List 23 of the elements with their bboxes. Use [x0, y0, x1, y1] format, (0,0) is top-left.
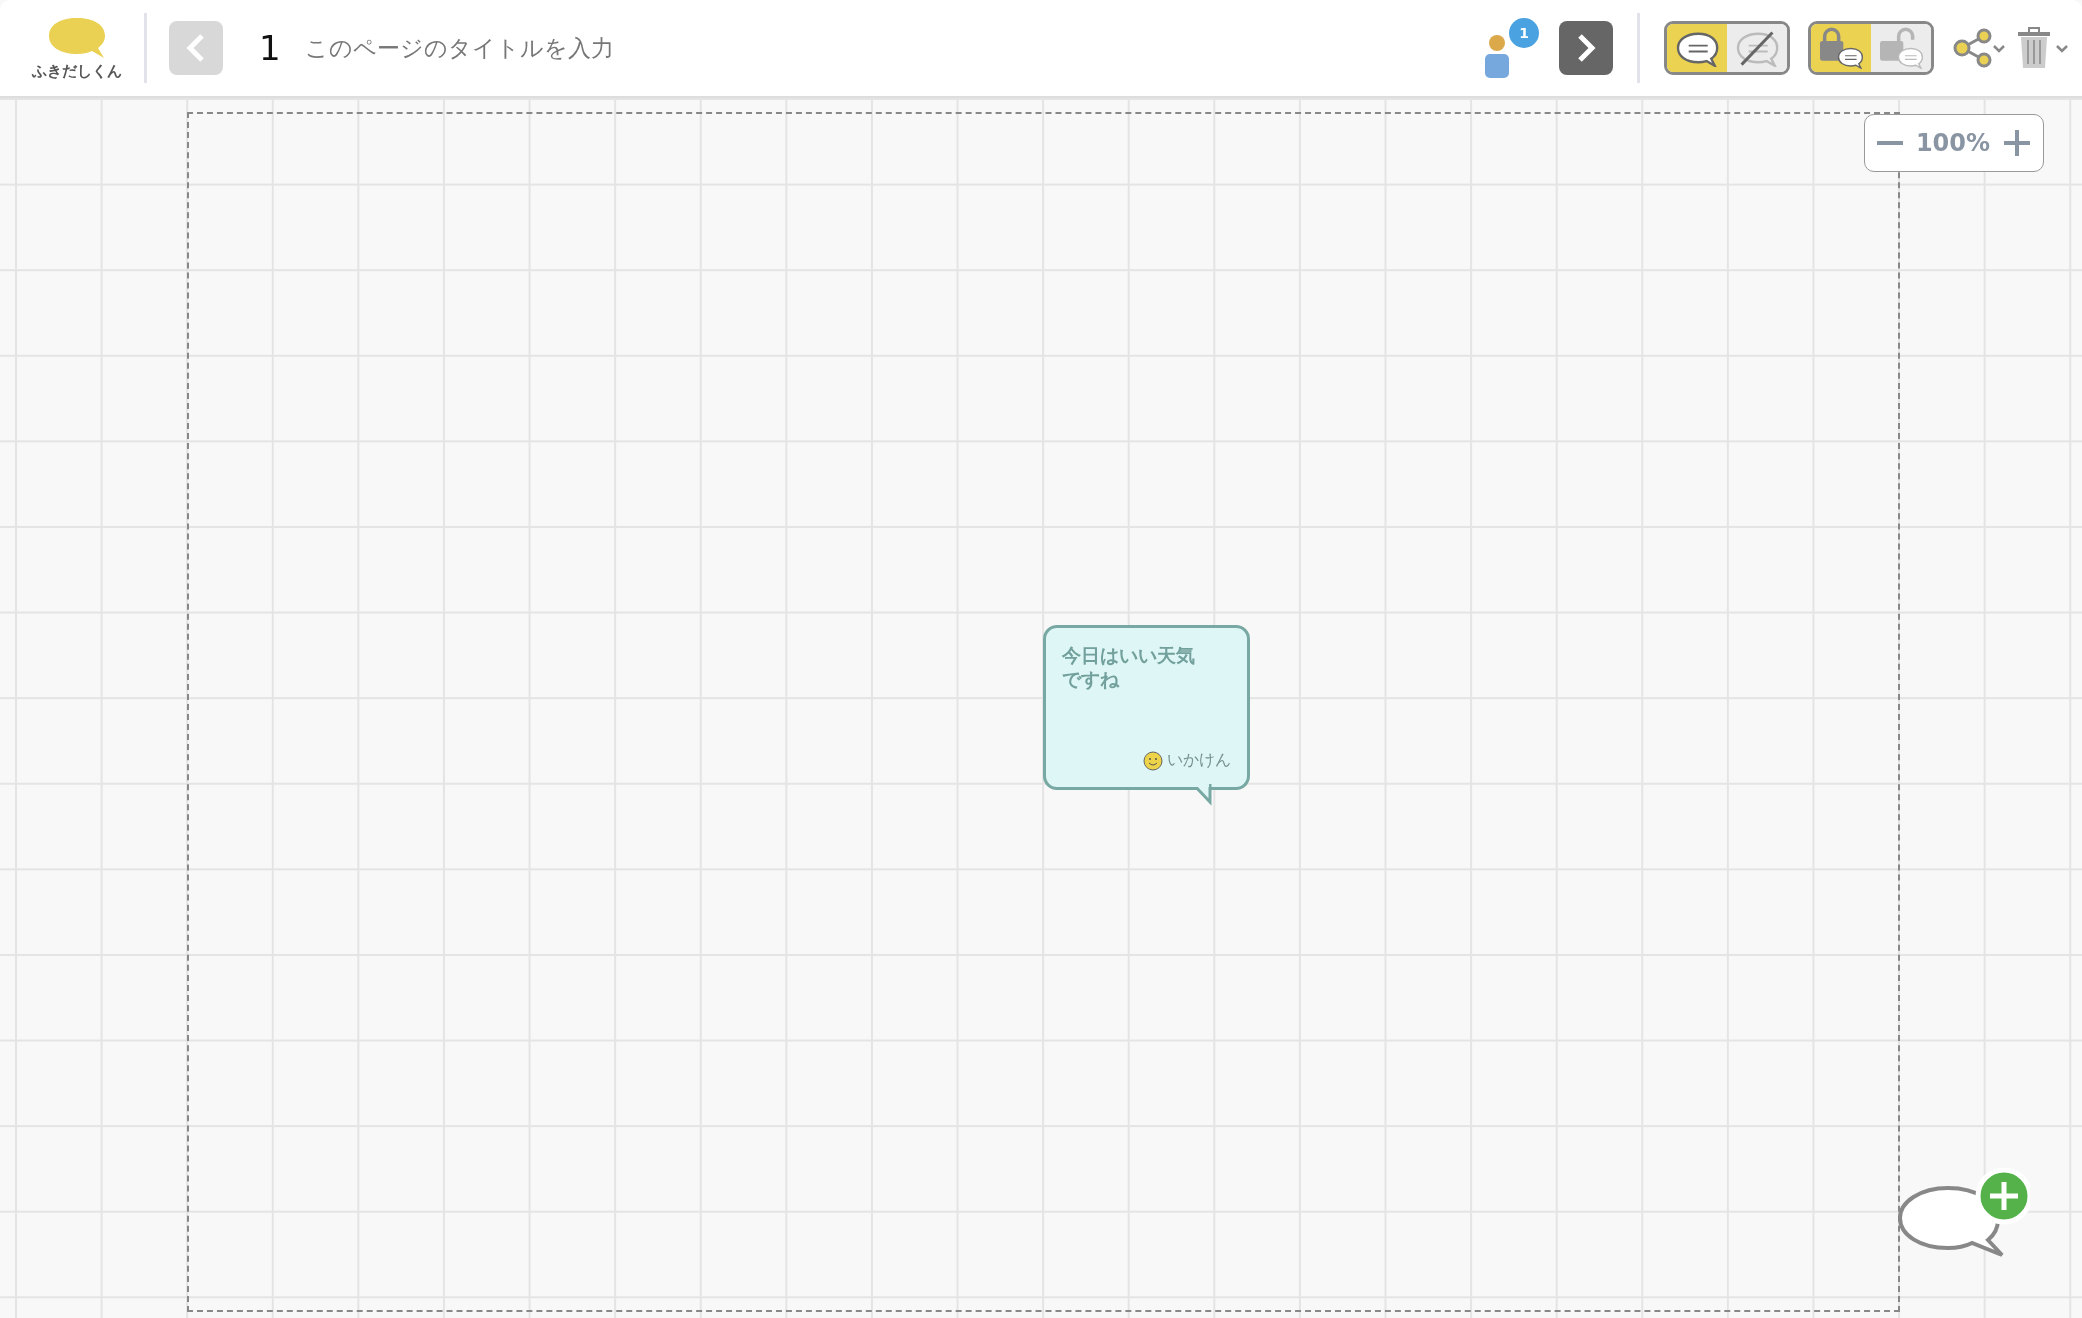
minus-icon: [1877, 141, 1903, 145]
speech-bubble-note[interactable]: 今日はいい天気ですね いかけん: [1043, 625, 1250, 790]
note-text: 今日はいい天気ですね: [1062, 644, 1196, 692]
chevron-right-icon: [1575, 33, 1597, 63]
logo-speech-bubble-icon: [46, 15, 108, 60]
plus-icon: [2003, 129, 2031, 157]
chevron-left-icon: [185, 33, 207, 63]
smiley-icon: [1143, 750, 1163, 771]
person-icon: [1483, 34, 1511, 78]
app-logo-text: ふきだしくん: [32, 61, 122, 81]
next-page-button[interactable]: [1559, 21, 1613, 75]
toggle-option[interactable]: [1727, 24, 1787, 72]
page-title-field[interactable]: このページのタイトルを入力: [304, 35, 1005, 61]
zoom-level: 100%: [1914, 129, 1992, 157]
toggle-option[interactable]: [1667, 24, 1727, 72]
toggle-option[interactable]: [1871, 24, 1931, 72]
author-name: いかけん: [1167, 750, 1231, 771]
page-number: 1: [259, 28, 281, 68]
participant-count-badge: 1: [1509, 18, 1539, 48]
hidden-speech-bubble-icon: [1734, 29, 1780, 67]
toggle-option[interactable]: [1811, 24, 1871, 72]
zoom-in-button[interactable]: [2003, 129, 2031, 157]
speech-bubble-tail: [1193, 783, 1213, 807]
